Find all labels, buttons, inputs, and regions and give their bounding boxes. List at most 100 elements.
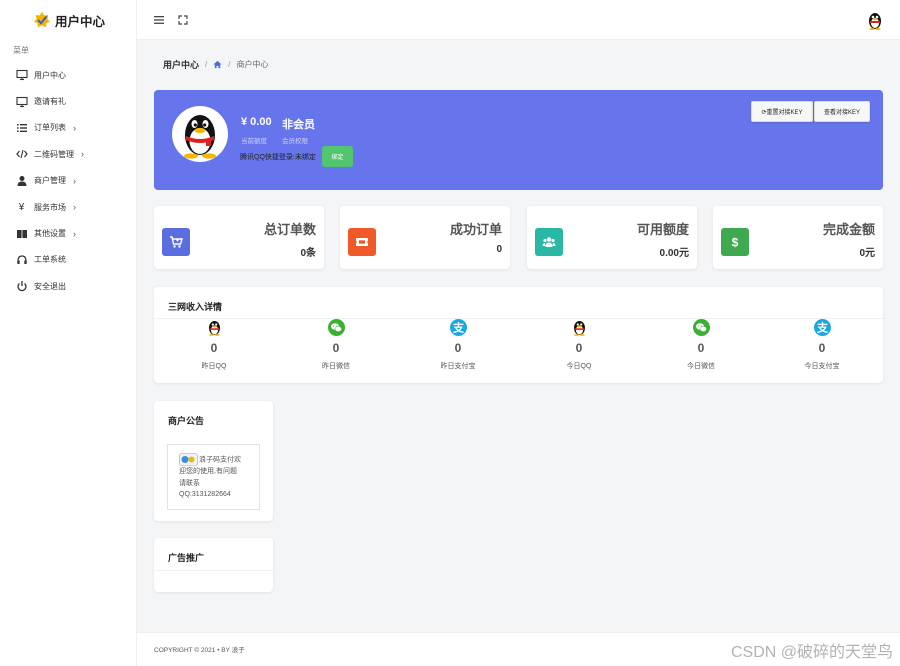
income-label: 昨日微信 <box>322 363 350 370</box>
alipay-icon: 支 <box>813 319 831 336</box>
svg-text:支: 支 <box>452 321 465 335</box>
sidebar-item-label: 订单列表 <box>34 123 66 133</box>
brand-logo-icon <box>33 11 51 28</box>
topbar <box>137 0 900 40</box>
advertisement-card: 广告推广 <box>154 538 273 592</box>
sidebar-item-qrcode[interactable]: 二维码管理 › <box>0 141 136 167</box>
monitor-icon <box>15 69 28 82</box>
stat-label: 完成金额 <box>822 222 875 237</box>
stat-card-completed-amount: $ 完成金额 0元 <box>713 206 883 269</box>
user-avatar <box>172 106 228 162</box>
sidebar-item-label: 用户中心 <box>34 70 66 80</box>
income-value: 0 <box>454 341 462 355</box>
chevron-right-icon: › <box>73 122 76 133</box>
sidebar-item-label: 商户管理 <box>34 176 66 186</box>
income-details-panel: 三网收入详情 0 昨日QQ 0 昨日微信 支 0 昨日支付宝 0 今日QQ 0 … <box>154 287 883 383</box>
sidebar-item-merchant[interactable]: 商户管理 › <box>0 168 136 194</box>
merchant-notice-card: 商户公告 浪子码支付欢 迎您的使用,有问题 请联系 QQ:3131282664 <box>154 401 273 521</box>
income-label: 昨日支付宝 <box>440 363 476 370</box>
account-summary-card: ¥ 0.00 非会员 当前额度 会员权限 腾讯QQ快捷登录:未绑定 绑定 ⟳重置… <box>154 90 883 190</box>
breadcrumb-separator: / <box>205 59 208 69</box>
sidebar-item-label: 二维码管理 <box>34 149 74 159</box>
chevron-right-icon: › <box>73 228 76 239</box>
chevron-right-icon: › <box>73 202 76 213</box>
code-icon <box>15 148 28 161</box>
home-icon[interactable] <box>213 60 222 69</box>
sidebar-item-invite[interactable]: 邀请有礼 <box>0 88 136 114</box>
stat-label: 可用额度 <box>636 222 689 237</box>
breadcrumb: 用户中心 / / 商户中心 <box>163 57 268 71</box>
divider <box>154 570 273 571</box>
income-value: 0 <box>818 341 826 355</box>
income-label: 今日微信 <box>687 363 715 370</box>
notice-image-icon <box>179 453 198 466</box>
sidebar-item-settings[interactable]: 其他设置 › <box>0 220 136 246</box>
stat-value: 0条 <box>300 248 316 259</box>
svg-text:$: $ <box>732 236 739 250</box>
wechat-icon <box>692 319 710 336</box>
copyright-text: COPYRIGHT © 2021 • BY 浪子 <box>154 647 245 654</box>
sidebar-item-user-center[interactable]: 用户中心 <box>0 62 136 88</box>
card-title: 商户公告 <box>168 416 205 426</box>
sidebar: 用户中心 菜单 用户中心 邀请有礼 订单列表 › 二维码管理 › 商户管理 › … <box>0 0 137 666</box>
sidebar-item-orders[interactable]: 订单列表 › <box>0 115 136 141</box>
watermark: CSDN @破碎的天堂鸟 <box>730 644 893 661</box>
sidebar-item-label: 工单系统 <box>34 255 66 265</box>
income-label: 今日QQ <box>566 363 592 370</box>
bind-qq-button[interactable]: 绑定 <box>322 146 353 167</box>
stat-label: 成功订单 <box>449 222 502 237</box>
wechat-icon <box>327 319 345 336</box>
income-item-yesterday-qq: 0 昨日QQ <box>164 319 264 379</box>
income-label: 今日支付宝 <box>804 363 840 370</box>
menu-toggle-icon[interactable] <box>152 13 166 27</box>
qq-avatar-icon[interactable] <box>866 10 884 30</box>
sidebar-item-tickets[interactable]: 工单系统 <box>0 247 136 273</box>
sidebar-item-logout[interactable]: 安全退出 <box>0 273 136 299</box>
qq-login-status: 腾讯QQ快捷登录:未绑定 <box>240 154 316 161</box>
list-icon <box>15 121 28 134</box>
yen-icon: ¥ <box>18 201 25 213</box>
stat-card-available-credit: 可用额度 0.00元 <box>527 206 697 269</box>
monitor-icon <box>15 95 28 108</box>
income-label: 昨日QQ <box>201 363 227 370</box>
ticket-icon <box>348 228 376 256</box>
users-icon <box>535 228 563 256</box>
stat-card-success-orders: 成功订单 0 <box>340 206 510 269</box>
stat-value: 0 <box>496 244 502 255</box>
qq-icon <box>208 321 220 336</box>
view-key-button[interactable]: 查看对接KEY <box>814 101 870 122</box>
stat-value: 0.00元 <box>659 248 689 259</box>
chevron-right-icon: › <box>73 175 76 186</box>
headset-icon <box>15 253 28 266</box>
notice-line: 请联系 <box>179 479 200 487</box>
notice-contact: QQ:3131282664 <box>179 491 231 498</box>
level-caption: 会员权限 <box>282 138 308 145</box>
dollar-icon: $ <box>721 228 749 256</box>
sidebar-item-label: 邀请有礼 <box>34 97 66 107</box>
stat-value: 0元 <box>859 248 875 259</box>
brand[interactable]: 用户中心 <box>0 0 136 40</box>
reset-key-button[interactable]: ⟳重置对接KEY <box>751 101 813 122</box>
panel-title: 三网收入详情 <box>168 302 223 312</box>
page-title: 用户中心 <box>163 59 200 70</box>
qq-penguin-icon <box>184 115 216 159</box>
cart-icon <box>162 228 190 256</box>
qq-icon <box>573 321 585 336</box>
income-item-today-alipay: 支 0 今日支付宝 <box>772 319 872 379</box>
income-value: 0 <box>697 341 705 355</box>
membership-level: 非会员 <box>282 119 315 131</box>
notice-line: 迎您的使用,有问题 <box>179 468 237 475</box>
sidebar-item-label: 其他设置 <box>34 229 66 239</box>
stat-card-total-orders: 总订单数 0条 <box>154 206 324 269</box>
balance-value: ¥ 0.00 <box>241 116 272 128</box>
breadcrumb-separator: / <box>228 59 231 69</box>
sidebar-item-label: 安全退出 <box>34 281 66 291</box>
user-icon <box>15 174 28 187</box>
sidebar-item-market[interactable]: ¥ 服务市场 › <box>0 194 136 220</box>
income-item-today-qq: 0 今日QQ <box>529 319 629 379</box>
fullscreen-icon[interactable] <box>176 13 190 27</box>
alipay-icon: 支 <box>449 319 467 336</box>
balance-caption: 当前额度 <box>241 138 267 145</box>
card-title: 广告推广 <box>168 553 205 563</box>
income-value: 0 <box>332 341 340 355</box>
